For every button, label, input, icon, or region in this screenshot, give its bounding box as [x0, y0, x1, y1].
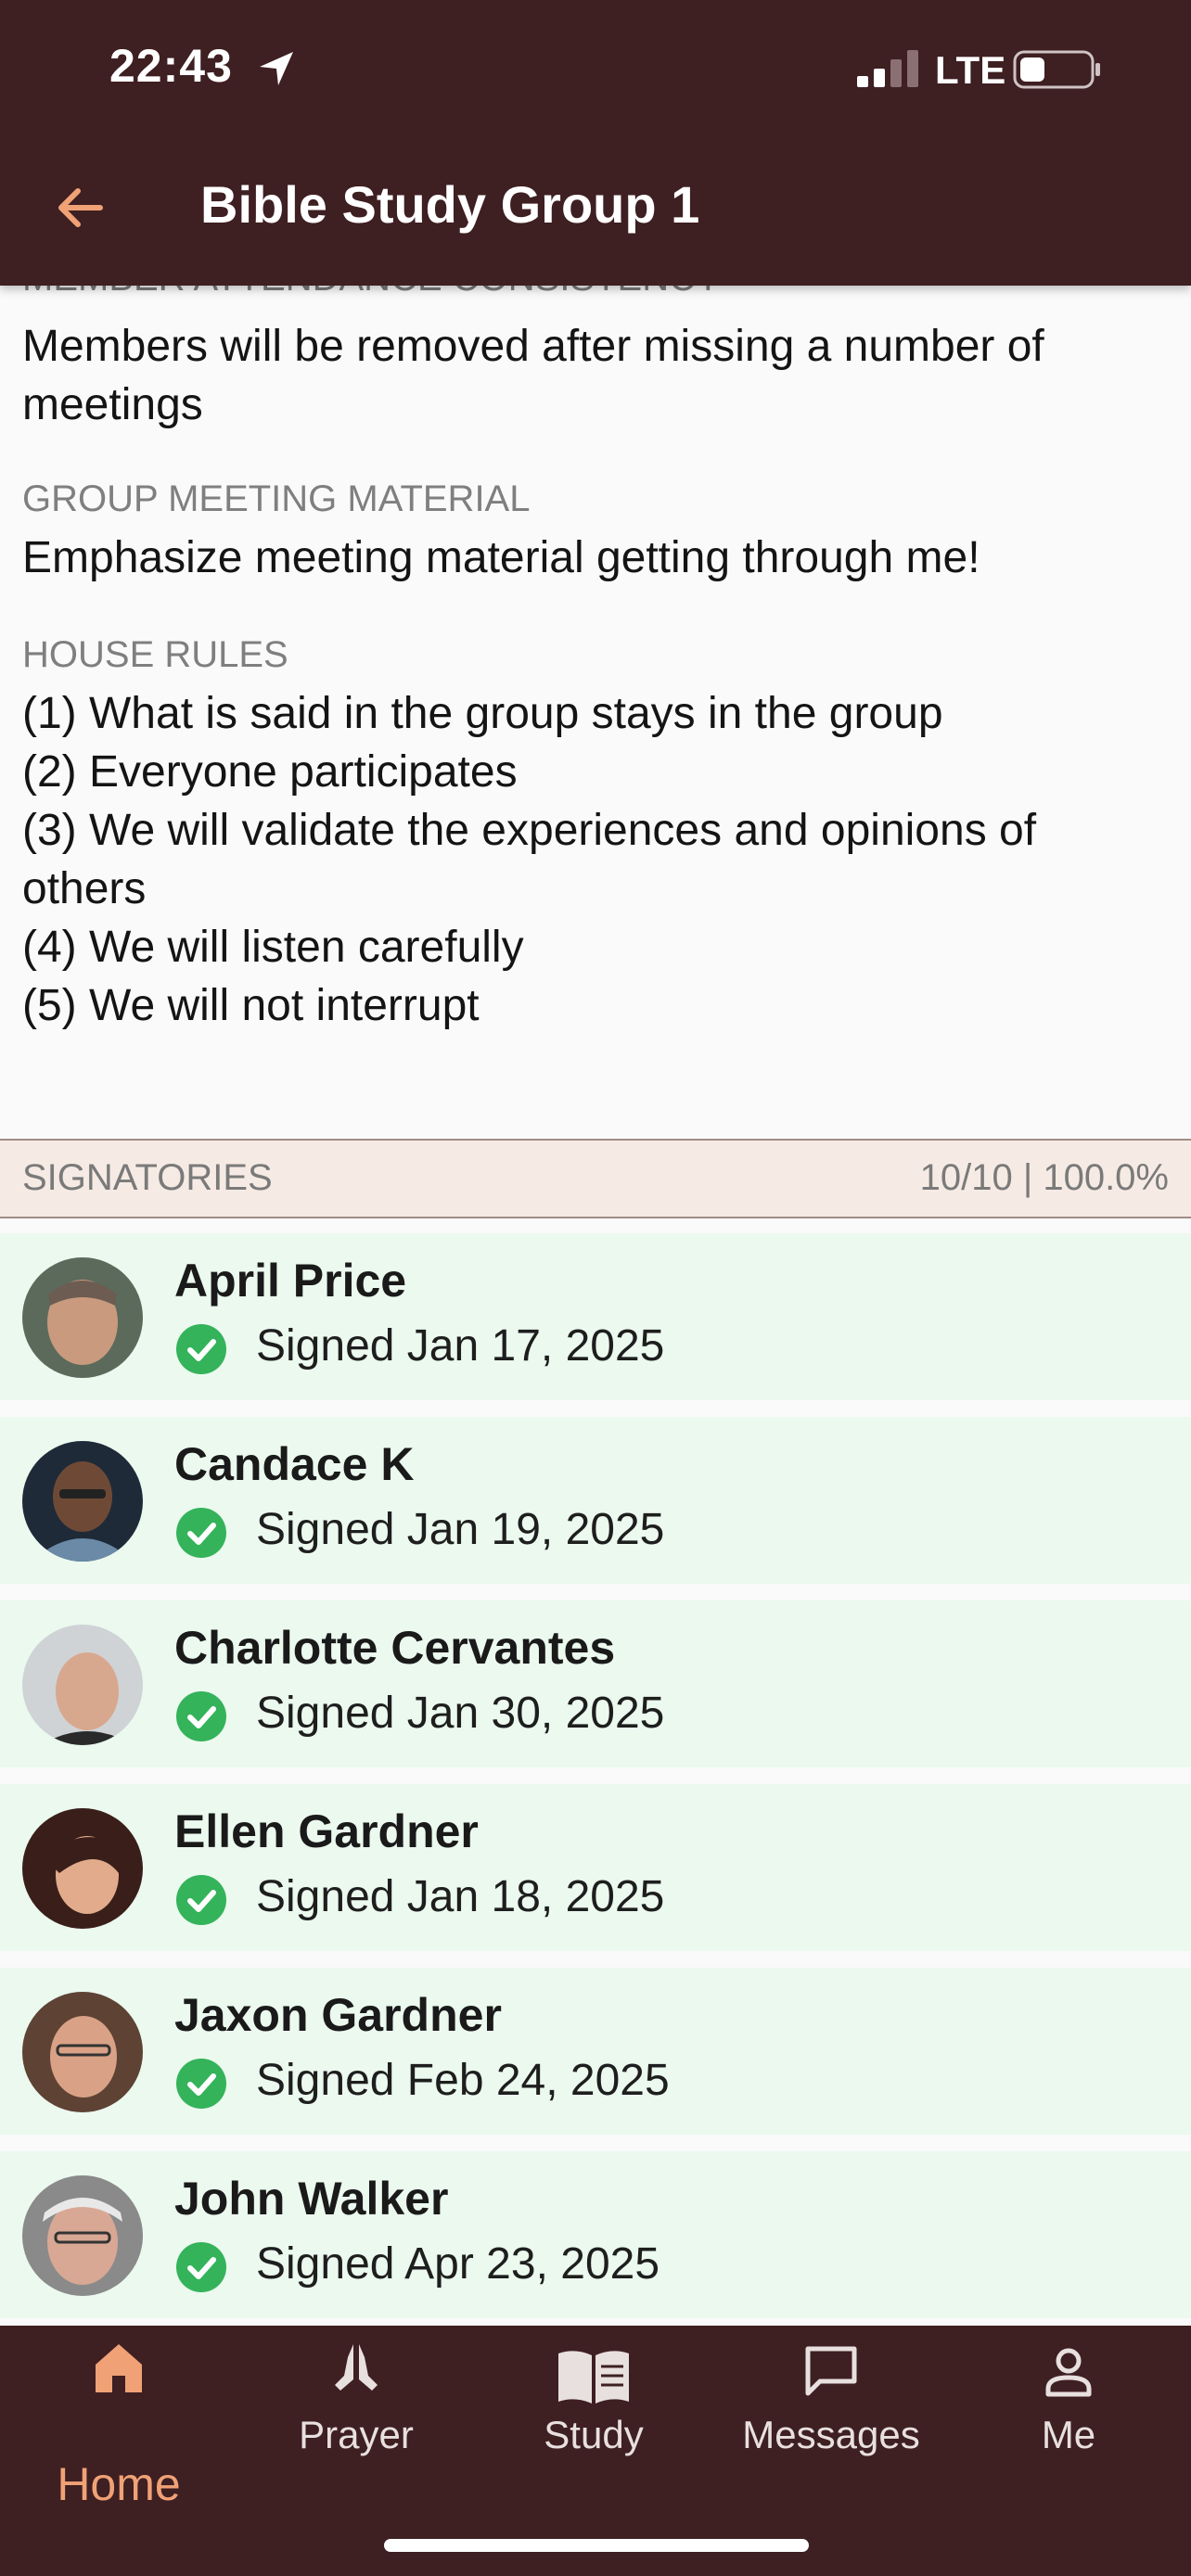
location-arrow-icon [260, 52, 293, 85]
signatories-label: SIGNATORIES [22, 1157, 273, 1198]
signed-date: Signed Jan 18, 2025 [256, 1872, 665, 1921]
tab-messages[interactable]: Messages [712, 2326, 950, 2530]
page-title: Bible Study Group 1 [200, 175, 700, 234]
signatories-count: 10/10 | 100.0% [919, 1157, 1169, 1198]
signatory-name: April Price [174, 1255, 407, 1307]
attendance-text: Members will be removed after missing a … [22, 322, 1044, 429]
book-icon [558, 2351, 629, 2404]
signatory-row[interactable]: Charlotte Cervantes Signed Jan 30, 2025 [0, 1600, 1191, 1767]
praying-hands-icon [335, 2344, 378, 2391]
rule-line: (1) What is said in the group stays in t… [22, 689, 943, 738]
house-rules-text: (1) What is said in the group stays in t… [22, 684, 1172, 1035]
check-circle-icon [176, 2242, 226, 2292]
tab-label: Study [544, 2413, 644, 2456]
rule-line: (4) We will listen carefully [22, 923, 524, 972]
avatar [22, 1992, 143, 2112]
signatory-name: John Walker [174, 2173, 449, 2225]
check-circle-icon [176, 1691, 226, 1741]
tab-me[interactable]: Me [950, 2326, 1187, 2530]
tab-home[interactable]: Home [0, 2326, 237, 2530]
back-arrow-icon[interactable] [52, 182, 108, 234]
tab-label: Me [1041, 2413, 1096, 2456]
signatory-name: Candace K [174, 1438, 415, 1490]
avatar [22, 1625, 143, 1745]
rule-line: others [22, 864, 147, 913]
rule-line: (2) Everyone participates [22, 747, 518, 797]
signed-date: Signed Jan 30, 2025 [256, 1689, 665, 1738]
check-circle-icon [176, 1875, 226, 1925]
status-time: 22:43 [109, 40, 233, 92]
material-text: Emphasize meeting material getting throu… [22, 533, 980, 582]
avatar [22, 1257, 143, 1378]
avatar [22, 1808, 143, 1929]
signatory-row[interactable]: Candace K Signed Jan 19, 2025 [0, 1417, 1191, 1584]
tab-prayer[interactable]: Prayer [237, 2326, 475, 2530]
house-rules-label: HOUSE RULES [22, 634, 288, 675]
signed-date: Signed Jan 17, 2025 [256, 1321, 665, 1371]
signed-date: Signed Jan 19, 2025 [256, 1505, 665, 1554]
rule-line: (5) We will not interrupt [22, 981, 480, 1030]
tab-label: Prayer [299, 2413, 414, 2456]
person-icon [1045, 2348, 1092, 2397]
top-bar: 22:43 LTE Bible Study Group 1 [0, 0, 1191, 286]
signatory-row[interactable]: April Price Signed Jan 17, 2025 [0, 1233, 1191, 1400]
home-icon [96, 2344, 142, 2392]
signatory-name: Jaxon Gardner [174, 1989, 502, 2041]
signal-strength-icon [857, 50, 918, 87]
signatory-name: Charlotte Cervantes [174, 1622, 616, 1674]
chat-bubble-icon [805, 2346, 857, 2396]
rule-line: (3) We will validate the experiences and… [22, 806, 1037, 855]
signatory-row[interactable]: Jaxon Gardner Signed Feb 24, 2025 [0, 1968, 1191, 2135]
signed-date: Signed Feb 24, 2025 [256, 2056, 670, 2105]
check-circle-icon [176, 1324, 226, 1374]
tab-study[interactable]: Study [475, 2326, 712, 2530]
signatory-row[interactable]: John Walker Signed Apr 23, 2025 [0, 2151, 1191, 2318]
check-circle-icon [176, 2059, 226, 2109]
tab-label: Home [57, 2458, 181, 2510]
check-circle-icon [176, 1508, 226, 1558]
battery-icon [1013, 50, 1100, 89]
home-indicator [384, 2539, 809, 2552]
signatory-name: Ellen Gardner [174, 1805, 479, 1857]
avatar [22, 2175, 143, 2296]
signatory-row[interactable]: Ellen Gardner Signed Jan 18, 2025 [0, 1784, 1191, 1951]
network-type: LTE [935, 48, 1006, 92]
avatar [22, 1441, 143, 1562]
material-label: GROUP MEETING MATERIAL [22, 478, 531, 519]
signed-date: Signed Apr 23, 2025 [256, 2239, 660, 2289]
tab-label: Messages [742, 2413, 920, 2456]
signatories-header: SIGNATORIES 10/10 | 100.0% [0, 1139, 1191, 1218]
